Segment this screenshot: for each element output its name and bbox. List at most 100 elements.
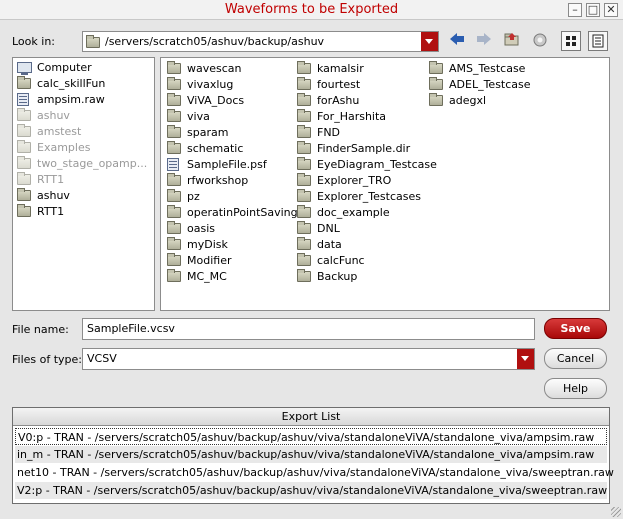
folder-icon <box>17 76 31 89</box>
computer-icon <box>17 62 32 75</box>
back-icon[interactable] <box>447 32 467 50</box>
new-folder-icon[interactable] <box>530 32 550 50</box>
sidebar-item-label: two_stage_opamp... <box>37 157 148 170</box>
title-bar[interactable]: Waveforms to be Exported – □ ✕ <box>0 0 623 20</box>
folder-icon <box>297 141 311 154</box>
folder-icon <box>167 189 181 202</box>
file-item-label: sparam <box>187 126 229 139</box>
folder-icon <box>297 61 311 74</box>
close-button[interactable]: ✕ <box>604 3 618 17</box>
parent-folder-icon[interactable] <box>502 32 522 50</box>
file-type-label: Files of type: <box>12 353 83 366</box>
file-item-label: SampleFile.psf <box>187 158 267 171</box>
folder-icon <box>17 188 31 201</box>
folder-icon <box>167 205 181 218</box>
help-button[interactable]: Help <box>544 378 607 399</box>
file-item-label: fourtest <box>317 78 361 91</box>
file-item-label: Backup <box>317 270 358 283</box>
export-list-row[interactable]: net10 - TRAN - /servers/scratch05/ashuv/… <box>15 464 614 481</box>
folder-icon <box>17 156 31 169</box>
folder-icon <box>86 35 100 48</box>
file-item-label: FND <box>317 126 341 139</box>
folder-icon <box>297 77 311 90</box>
file-name-input[interactable]: SampleFile.vcsv <box>82 318 535 340</box>
file-item-label: ViVA_Docs <box>187 94 245 107</box>
folder-icon <box>429 93 443 106</box>
sidebar-item-label: ampsim.raw <box>37 93 105 106</box>
file-item-label: pz <box>187 190 200 203</box>
export-list-row[interactable]: V0:p - TRAN - /servers/scratch05/ashuv/b… <box>15 428 607 445</box>
file-type-value: VCSV <box>87 352 117 365</box>
cancel-button[interactable]: Cancel <box>544 348 607 369</box>
sidebar-item-label: ashuv <box>37 109 70 122</box>
file-icon <box>17 93 29 106</box>
export-list[interactable]: Export List V0:p - TRAN - /servers/scrat… <box>12 407 614 504</box>
detail-view-icon[interactable] <box>588 31 608 51</box>
folder-icon <box>17 124 31 137</box>
folder-icon <box>167 109 181 122</box>
file-item-label: DNL <box>317 222 340 235</box>
file-item-label: doc_example <box>317 206 390 219</box>
sidebar-item-label: ashuv <box>37 189 70 202</box>
folder-icon <box>167 269 181 282</box>
window-title: Waveforms to be Exported <box>224 2 399 17</box>
file-item-label: FinderSample.dir <box>317 142 411 155</box>
folder-icon <box>17 204 31 217</box>
file-item-label: kamalsir <box>317 62 364 75</box>
resize-grip-icon[interactable] <box>611 507 621 517</box>
folder-icon <box>17 140 31 153</box>
export-list-header: Export List <box>13 408 609 426</box>
folder-icon <box>429 61 443 74</box>
sidebar-item-label: calc_skillFun <box>37 77 106 90</box>
file-item-label: ADEL_Testcase <box>449 78 531 91</box>
file-item-label: rfworkshop <box>187 174 249 187</box>
file-item-label: data <box>317 238 342 251</box>
file-item-label: wavescan <box>187 62 242 75</box>
file-item-label: Explorer_Testcases <box>317 190 421 203</box>
file-list[interactable]: wavescan vivaxlug ViVA_Docs viva sparam schem… <box>160 57 610 311</box>
file-item-label: myDisk <box>187 238 228 251</box>
sidebar-places[interactable]: Computer calc_skillFun ampsim.raw ashuv amst… <box>12 57 155 311</box>
sidebar-item-label: amstest <box>37 125 82 138</box>
look-in-path: /servers/scratch05/ashuv/backup/ashuv <box>105 35 325 48</box>
folder-icon <box>17 108 31 121</box>
folder-icon <box>167 141 181 154</box>
look-in-combobox[interactable]: /servers/scratch05/ashuv/backup/ashuv <box>82 31 439 52</box>
file-item-label: Modifier <box>187 254 232 267</box>
minimize-button[interactable]: – <box>568 3 582 17</box>
folder-icon <box>167 253 181 266</box>
folder-icon <box>167 93 181 106</box>
folder-icon <box>297 269 311 282</box>
file-type-combobox[interactable]: VCSV <box>82 348 535 370</box>
file-item-label: Explorer_TRO <box>317 174 392 187</box>
folder-icon <box>167 77 181 90</box>
folder-icon <box>297 205 311 218</box>
export-list-row[interactable]: V2:p - TRAN - /servers/scratch05/ashuv/b… <box>15 482 607 499</box>
maximize-button[interactable]: □ <box>586 3 600 17</box>
file-icon <box>167 158 179 171</box>
folder-icon <box>167 61 181 74</box>
folder-icon <box>429 77 443 90</box>
file-item-label: forAshu <box>317 94 360 107</box>
file-item-label: adegxl <box>449 94 487 107</box>
folder-icon <box>297 109 311 122</box>
sidebar-item-label: Examples <box>37 141 91 154</box>
folder-icon <box>167 125 181 138</box>
save-button[interactable]: Save <box>544 318 607 339</box>
sidebar-item-label: RTT1 <box>37 205 65 218</box>
file-item-label: MC_MC <box>187 270 227 283</box>
file-item-label: For_Harshita <box>317 110 387 123</box>
file-item-label: AMS_Testcase <box>449 62 526 75</box>
export-list-row[interactable]: in_m - TRAN - /servers/scratch05/ashuv/b… <box>15 446 607 463</box>
list-view-icon[interactable] <box>561 31 581 51</box>
folder-icon <box>297 237 311 250</box>
file-name-label: File name: <box>12 323 69 336</box>
dropdown-arrow-icon[interactable] <box>517 349 534 369</box>
dropdown-arrow-icon[interactable] <box>421 32 438 51</box>
sidebar-item-label: RTT1 <box>37 173 65 186</box>
folder-icon <box>167 237 181 250</box>
folder-icon <box>297 173 311 186</box>
file-item-label: EyeDiagram_Testcase <box>317 158 437 171</box>
forward-icon[interactable] <box>474 32 494 50</box>
folder-icon <box>167 221 181 234</box>
